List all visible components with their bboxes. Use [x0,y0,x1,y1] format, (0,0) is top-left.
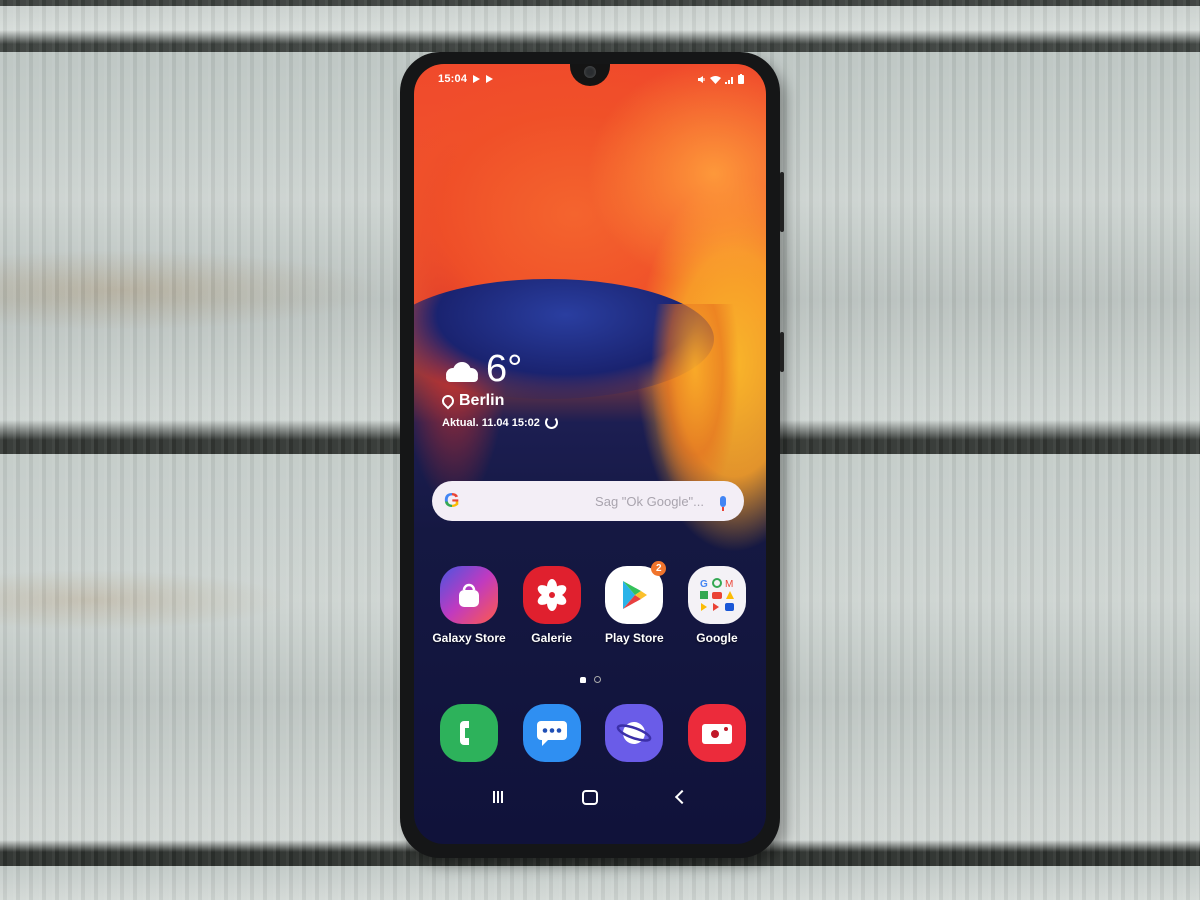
app-galaxy-store[interactable]: Galaxy Store [428,566,510,645]
page-dot-icon [593,676,601,683]
dock-app-messages[interactable] [511,704,593,766]
app-galerie[interactable]: Galerie [511,566,593,645]
home-app-row: Galaxy Store Galerie 2 Play Store G M Go… [428,561,758,645]
google-logo-icon: G [444,489,460,512]
dock-app-internet[interactable] [593,704,675,766]
power-button [780,332,784,372]
refresh-icon[interactable] [544,416,558,429]
notification-badge: 2 [651,561,667,576]
app-label: Play Store [604,631,664,645]
camera-icon [687,704,746,762]
last-updated: Aktual. 11.04 15:02 [442,416,540,429]
battery-icon [738,74,744,84]
google-search-bar[interactable]: G Sag "Ok Google"... [432,481,744,521]
search-placeholder: Sag "Ok Google"... [595,493,704,509]
cloud-icon [442,362,480,382]
svg-text:M: M [725,579,733,590]
app-label: Galerie [531,631,572,645]
app-play-store[interactable]: 2 Play Store [593,561,675,645]
home-screen: 15:04 6° Berlin Aktual. 11.04 15:02 G Sa… [414,64,766,844]
play-store-notification-icon [486,75,494,83]
location-pin-icon [439,392,457,410]
messages-icon [522,704,581,762]
google-folder-icon: G M [687,566,746,624]
dock-app-camera[interactable] [676,704,758,766]
status-time: 15:04 [438,73,468,85]
volume-button [780,172,784,232]
dock-app-phone[interactable] [428,704,510,766]
galaxy-store-icon [440,566,498,624]
home-icon[interactable] [581,789,598,805]
page-indicator[interactable] [414,676,766,683]
location-name: Berlin [459,392,505,409]
microphone-icon[interactable] [720,495,726,511]
wifi-icon [710,75,721,84]
dock [428,704,758,766]
app-label: Galaxy Store [432,631,506,645]
phone-icon [440,704,498,762]
app-folder-google[interactable]: G M Google [676,566,758,645]
smartphone: 15:04 6° Berlin Aktual. 11.04 15:02 G Sa… [400,52,784,858]
signal-icon [725,76,733,84]
navigation-bar [414,782,766,812]
mute-icon [698,75,705,83]
play-store-icon: 2 [605,561,667,624]
status-bar[interactable]: 15:04 [438,72,744,86]
gallery-flower-icon [522,566,581,624]
recent-apps-icon[interactable] [493,791,504,803]
svg-text:G: G [700,579,708,590]
home-page-dot-icon [579,676,586,683]
weather-widget[interactable]: 6° Berlin Aktual. 11.04 15:02 [439,348,558,429]
app-label: Google [696,631,738,645]
back-icon[interactable] [674,789,689,805]
internet-planet-icon [605,704,664,762]
temperature: 6° [486,348,523,390]
play-store-notification-icon [473,75,481,83]
